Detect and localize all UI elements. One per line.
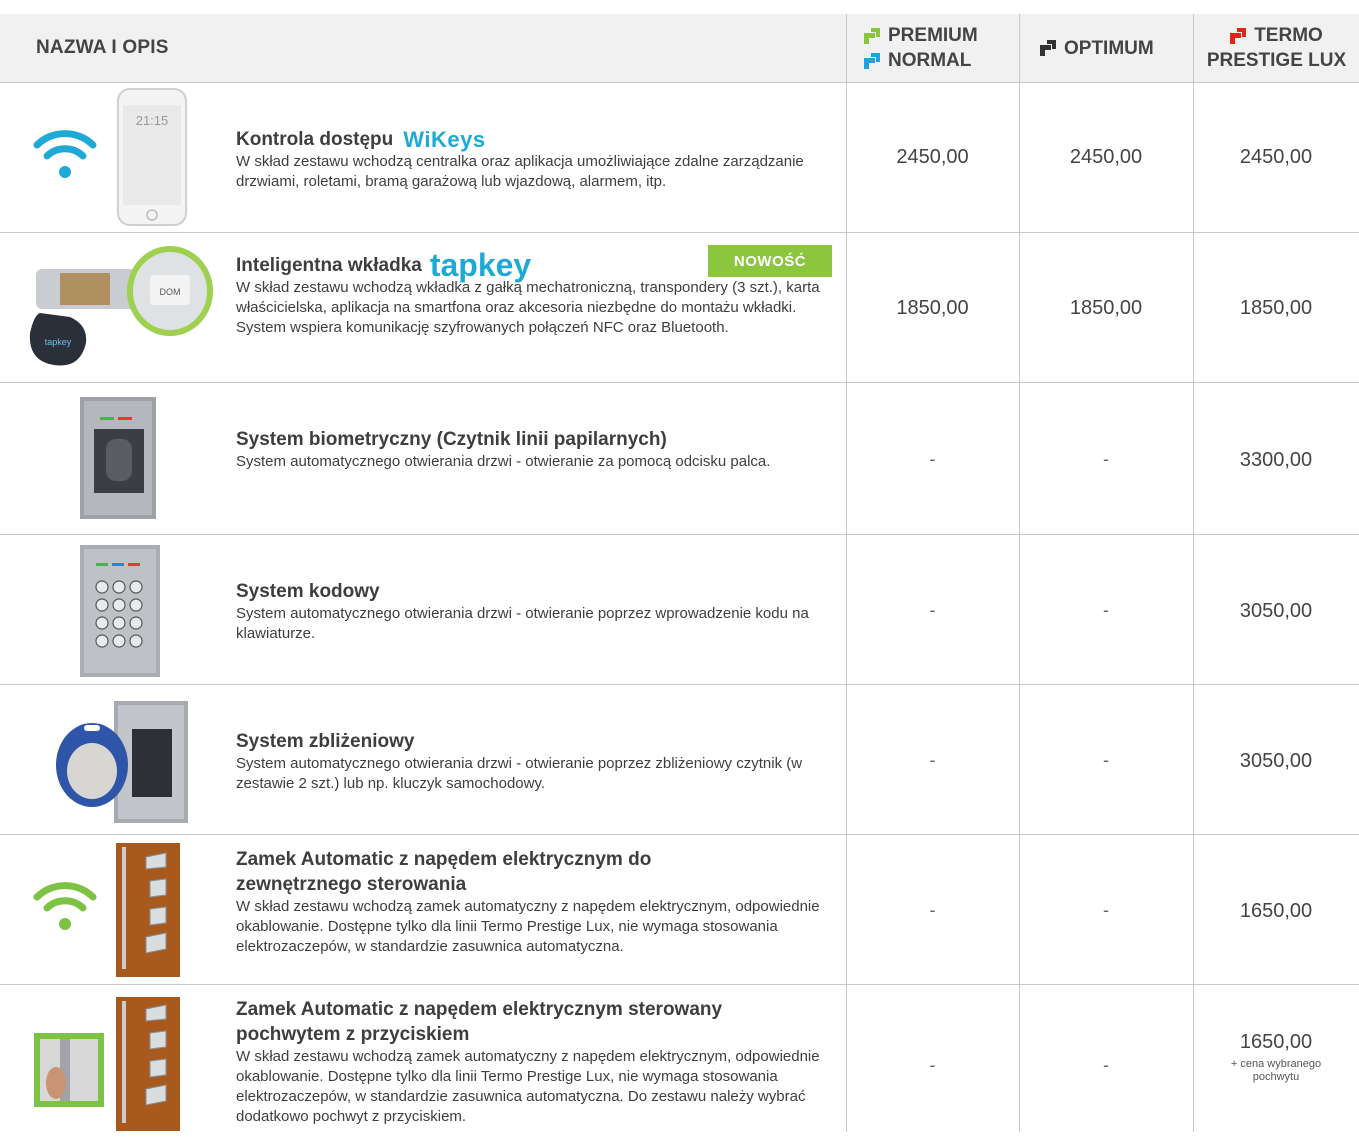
table-row: 21:15 Kontrola dostępu WiKeys W skład ze…	[0, 82, 1359, 233]
row-title: Zamek Automatic z napędem elektrycznym s…	[236, 999, 723, 1045]
row-description: W skład zestawu wchodzą centralka oraz a…	[236, 153, 804, 190]
row-title: Inteligentna wkładka	[236, 255, 422, 276]
row-image	[0, 985, 226, 1133]
row-description: System automatycznego otwierania drzwi -…	[236, 605, 809, 642]
price-optimum: -	[1103, 750, 1109, 770]
row-image	[0, 685, 226, 835]
price-optimum: 2450,00	[1069, 146, 1143, 168]
row-title: System zbliżeniowy	[236, 731, 415, 752]
header-normal-label: NORMAL	[888, 50, 972, 71]
row-image	[0, 383, 226, 535]
table-row: DOM tapkey Inteligentna wkładka tapkey W…	[0, 232, 1359, 383]
proximity-reader-image	[56, 701, 188, 823]
header-prestige-label: PRESTIGE LUX	[1206, 50, 1347, 71]
price-optimum: -	[1103, 449, 1109, 469]
table-header: NAZWA I OPIS PREMIUM NORMAL OPTIMUM TERM…	[0, 14, 1359, 82]
svg-text:DOM: DOM	[160, 287, 181, 297]
tapkey-logo: tapkey	[429, 247, 532, 283]
wifi-icon	[33, 882, 97, 912]
table-row: System kodowy System automatycznego otwi…	[0, 534, 1359, 685]
price-termo: 1650,00	[1239, 1031, 1313, 1053]
row-text: System zbliżeniowy System automatycznego…	[236, 729, 836, 794]
header-col-termo: TERMO PRESTIGE LUX	[1194, 14, 1359, 82]
row-description: W skład zestawu wchodzą wkładka z gałką …	[236, 279, 820, 336]
price-premium-normal: -	[929, 750, 936, 770]
premium-brand-icon	[864, 27, 880, 44]
optimum-brand-icon	[1040, 40, 1056, 56]
table-row: System zbliżeniowy System automatycznego…	[0, 684, 1359, 835]
price-termo: 2450,00	[1239, 146, 1313, 168]
row-text: Kontrola dostępu WiKeys W skład zestawu …	[236, 127, 836, 192]
price-termo: 1850,00	[1239, 297, 1313, 319]
price-optimum: -	[1103, 600, 1109, 620]
wifi-phone-image: 21:15	[33, 88, 187, 226]
price-premium-normal: 2450,00	[896, 146, 969, 168]
price-premium-normal: -	[929, 1055, 936, 1075]
row-description: W skład zestawu wchodzą zamek automatycz…	[236, 1048, 820, 1125]
row-text: Zamek Automatic z napędem elektrycznym s…	[236, 997, 836, 1127]
header-termo-label: TERMO	[1254, 25, 1323, 46]
header-col-premium-normal: PREMIUM NORMAL	[864, 14, 1014, 82]
price-optimum: -	[1103, 900, 1109, 920]
price-premium-normal: -	[929, 900, 936, 920]
door-handle-image	[34, 997, 180, 1131]
smart-cylinder-image: DOM tapkey	[29, 246, 213, 366]
fingerprint-reader-image	[80, 397, 156, 519]
header-optimum-label: OPTIMUM	[1064, 37, 1154, 59]
new-badge: NOWOŚĆ	[708, 245, 832, 277]
svg-text:tapkey: tapkey	[45, 337, 72, 347]
wikeys-logo: WiKeys	[403, 127, 486, 152]
price-termo: 1650,00	[1239, 900, 1313, 922]
wifi-icon	[33, 130, 97, 160]
row-description: System automatycznego otwierania drzwi -…	[236, 755, 803, 792]
termo-brand-icon	[1230, 27, 1247, 44]
price-optimum: 1850,00	[1069, 297, 1143, 319]
door-wifi-image	[33, 843, 180, 977]
row-text: Zamek Automatic z napędem elektrycznym d…	[236, 847, 836, 957]
price-optimum: -	[1103, 1055, 1109, 1075]
row-image: 21:15	[0, 83, 226, 233]
header-col-optimum: OPTIMUM	[1040, 14, 1190, 82]
price-termo: 3300,00	[1239, 449, 1313, 471]
price-termo: 3050,00	[1239, 600, 1313, 622]
header-premium-label: PREMIUM	[888, 25, 978, 46]
row-image: DOM tapkey	[0, 233, 226, 383]
row-title: Zamek Automatic z napędem elektrycznym d…	[236, 849, 652, 895]
price-note: + cena wybranego pochwytu	[1230, 1058, 1322, 1083]
normal-brand-icon	[864, 52, 880, 69]
price-premium-normal: -	[929, 600, 936, 620]
price-termo: 3050,00	[1239, 750, 1313, 772]
row-image	[0, 535, 226, 685]
table-row: Zamek Automatic z napędem elektrycznym d…	[0, 834, 1359, 985]
price-termo-cell: 1650,00 + cena wybranego pochwytu	[1193, 1031, 1359, 1084]
row-title: Kontrola dostępu	[236, 129, 394, 150]
row-title: System biometryczny (Czytnik linii papil…	[236, 429, 667, 450]
row-text: System biometryczny (Czytnik linii papil…	[236, 427, 836, 472]
table-row: Zamek Automatic z napędem elektrycznym s…	[0, 984, 1359, 1133]
price-premium-normal: 1850,00	[896, 297, 969, 319]
keypad-image	[80, 545, 160, 677]
svg-text:21:15: 21:15	[136, 113, 169, 128]
row-title: System kodowy	[236, 581, 380, 602]
row-text: System kodowy System automatycznego otwi…	[236, 579, 836, 644]
row-description: System automatycznego otwierania drzwi -…	[236, 453, 771, 470]
row-image	[0, 835, 226, 985]
header-name-col: NAZWA I OPIS	[36, 37, 169, 58]
row-description: W skład zestawu wchodzą zamek automatycz…	[236, 898, 820, 955]
table-row: System biometryczny (Czytnik linii papil…	[0, 382, 1359, 535]
price-premium-normal: -	[929, 449, 936, 469]
